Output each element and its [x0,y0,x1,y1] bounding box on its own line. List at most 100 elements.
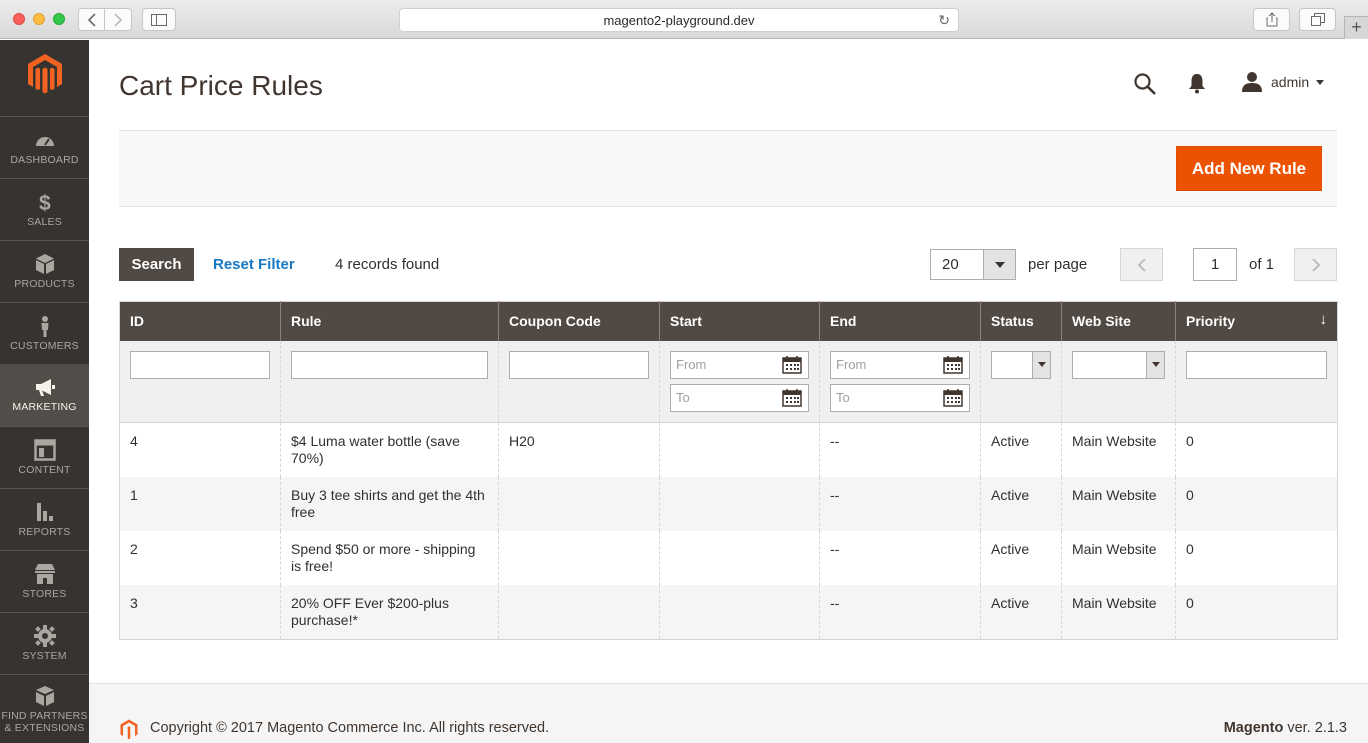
browser-toolbar: magento2-playground.dev ↻ + [0,0,1368,39]
calendar-icon[interactable] [943,388,963,407]
calendar-icon[interactable] [782,388,802,407]
sidebar-item-reports[interactable]: REPORTS [0,488,89,550]
cell-rule: Spend $50 or more - shipping is free! [280,531,499,585]
sidebar-item-marketing[interactable]: MARKETING [0,364,89,426]
column-header-id[interactable]: ID [119,301,281,341]
column-header-rule[interactable]: Rule [280,301,499,341]
table-row[interactable]: 4 $4 Luma water bottle (save 70%) H20 --… [120,422,1338,477]
filter-rule-input[interactable] [291,350,488,379]
per-page-select[interactable]: 20 [930,249,1016,280]
sidebar-item-customers[interactable]: CUSTOMERS [0,302,89,364]
next-page-button[interactable] [1294,248,1337,281]
cell-end: -- [819,477,981,531]
sidebar-item-label: MARKETING [12,401,77,413]
sidebar-item-dashboard[interactable]: DASHBOARD [0,116,89,178]
column-header-priority[interactable]: Priority ↓ [1175,301,1338,341]
table-row[interactable]: 1 Buy 3 tee shirts and get the 4th free … [119,477,1338,531]
add-new-rule-button[interactable]: Add New Rule [1176,146,1322,191]
sidebar-item-label: DASHBOARD [10,154,79,166]
cell-id: 4 [130,433,138,449]
dollar-icon: $ [39,192,51,213]
filter-priority-input[interactable] [1186,350,1327,379]
cell-priority: 0 [1175,531,1338,585]
share-icon [1266,12,1277,27]
column-header-website[interactable]: Web Site [1061,301,1176,341]
filter-id-input[interactable] [130,350,270,379]
page-total: of 1 [1249,256,1275,273]
table-row[interactable]: 2 Spend $50 or more - shipping is free! … [120,531,1338,585]
version-text: Magento ver. 2.1.3 [1224,720,1347,736]
search-icon[interactable] [1133,72,1157,96]
placeholder: To [836,389,850,405]
address-bar[interactable]: magento2-playground.dev ↻ [399,8,959,32]
copyright-text: Copyright © 2017 Magento Commerce Inc. A… [150,720,550,736]
dashboard-icon [35,137,54,146]
cell-status: Active [980,477,1062,531]
filter-end-to-input[interactable]: To [830,383,970,412]
column-header-label: Priority [1186,313,1236,330]
chevron-down-icon [1316,79,1325,85]
box-icon [35,254,54,274]
cell-start [659,585,820,640]
reset-filter-link[interactable]: Reset Filter [213,256,295,273]
bell-icon[interactable] [1187,72,1207,94]
sidebar-item-stores[interactable]: STORES [0,550,89,612]
forward-button[interactable] [105,8,132,31]
cell-end: -- [819,422,981,477]
back-button[interactable] [78,8,105,31]
sort-arrow-icon: ↓ [1319,311,1328,328]
user-menu[interactable]: admin [1241,71,1325,93]
sidebar-item-find-partners[interactable]: FIND PARTNERS & EXTENSIONS [0,674,89,743]
column-header-start[interactable]: Start [659,301,820,341]
sidebar-item-system[interactable]: SYSTEM [0,612,89,674]
filter-website-select[interactable] [1072,350,1165,379]
version-number: ver. 2.1.3 [1283,720,1347,736]
cell-website: Main Website [1061,422,1176,477]
filter-row: From To From To [119,340,1338,423]
table-row[interactable]: 3 20% OFF Ever $200-plus purchase!* -- A… [119,585,1338,640]
chevron-right-icon [114,12,123,27]
previous-page-button[interactable] [1120,248,1163,281]
column-header-coupon-code[interactable]: Coupon Code [498,301,660,341]
grid-header-row: ID Rule Coupon Code Start End Status Web… [119,301,1338,341]
sidebar-toggle-button[interactable] [142,8,176,31]
cell-id: 2 [130,541,138,557]
cart-price-rules-grid: ID Rule Coupon Code Start End Status Web… [119,301,1338,640]
filter-end-from-input[interactable]: From [830,350,970,379]
sidebar-item-sales[interactable]: $ SALES [0,178,89,240]
search-button[interactable]: Search [119,248,194,281]
column-header-status[interactable]: Status [980,301,1062,341]
tabs-overview-button[interactable] [1299,8,1336,31]
admin-sidebar: DASHBOARD $ SALES PRODUCTS CUSTOMERS MAR… [0,40,89,743]
sidebar-item-label: CONTENT [18,464,71,476]
sidebar-item-label: STORES [22,588,67,600]
magento-logo-icon[interactable] [25,52,65,94]
placeholder: To [676,389,690,405]
new-tab-button[interactable]: + [1344,16,1368,39]
minimize-window-button[interactable] [33,13,45,25]
records-count: 4 records found [335,256,440,273]
zoom-window-button[interactable] [53,13,65,25]
calendar-icon[interactable] [782,355,802,374]
share-button[interactable] [1253,8,1290,31]
cell-id: 3 [119,585,281,640]
sidebar-item-content[interactable]: CONTENT [0,426,89,488]
cell-rule: 20% OFF Ever $200-plus purchase!* [280,585,499,640]
cell-end: -- [819,531,981,585]
close-window-button[interactable] [13,13,25,25]
cell-start [659,477,820,531]
filter-start-from-input[interactable]: From [670,350,809,379]
column-header-end[interactable]: End [819,301,981,341]
filter-coupon-input[interactable] [509,350,649,379]
reload-icon[interactable]: ↻ [938,12,950,29]
placeholder: From [836,356,867,372]
sidebar-item-products[interactable]: PRODUCTS [0,240,89,302]
chevron-left-icon [87,12,96,27]
calendar-icon[interactable] [943,355,963,374]
store-icon [34,564,55,584]
filter-status-select[interactable] [991,350,1051,379]
blocks-icon [35,686,54,706]
cell-coupon [498,477,660,531]
page-number-input[interactable]: 1 [1193,248,1237,281]
filter-start-to-input[interactable]: To [670,383,809,412]
